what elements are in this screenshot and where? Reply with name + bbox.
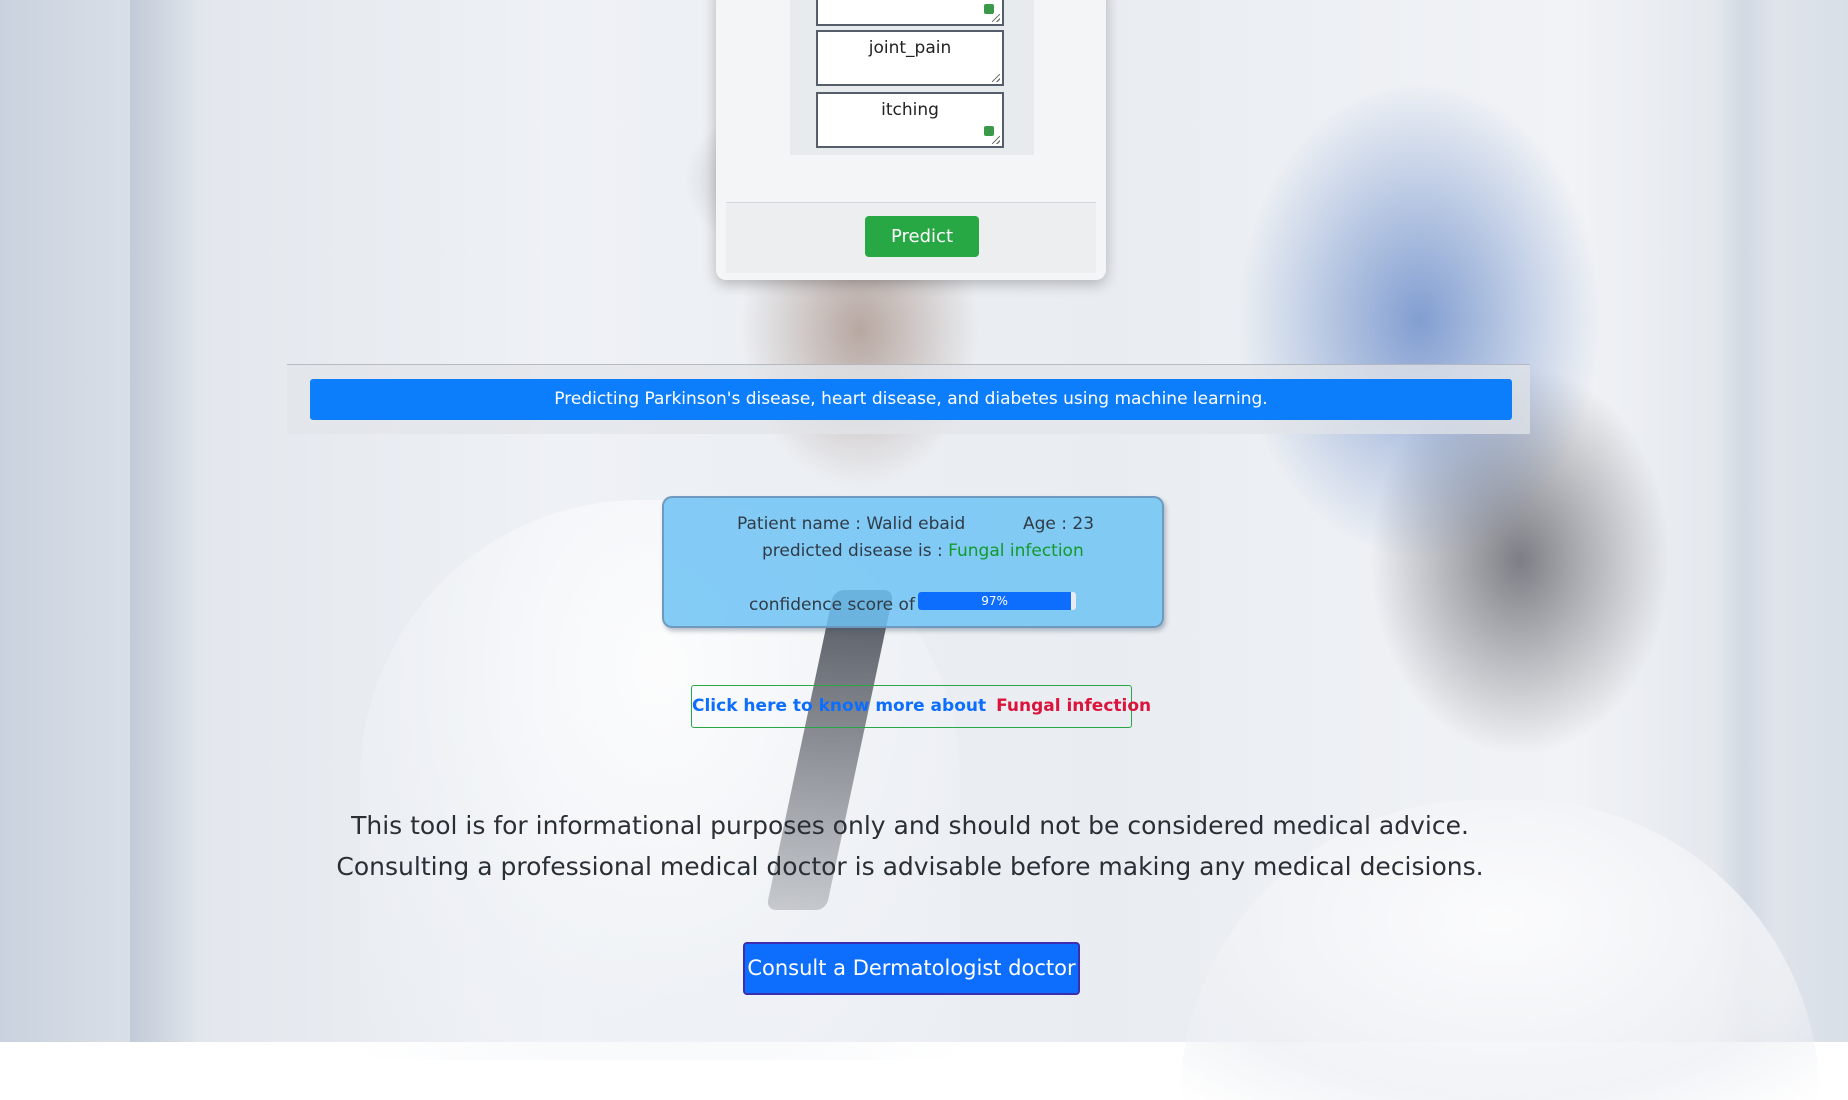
form-footer: Predict bbox=[726, 202, 1096, 273]
predict-button[interactable]: Predict bbox=[865, 216, 979, 257]
field-status-icon bbox=[984, 126, 994, 136]
confidence-progress-bar: 97% bbox=[918, 592, 1076, 610]
resize-handle-icon[interactable] bbox=[992, 136, 1000, 144]
consult-doctor-button[interactable]: Consult a Dermatologist doctor bbox=[743, 942, 1080, 995]
resize-handle-icon[interactable] bbox=[992, 14, 1000, 22]
symptom-field-3-value: itching bbox=[881, 100, 939, 120]
predicted-disease-value: Fungal infection bbox=[948, 541, 1084, 561]
medical-disclaimer: This tool is for informational purposes … bbox=[250, 805, 1570, 887]
patient-name: Patient name : Walid ebaid bbox=[737, 514, 966, 534]
symptom-form-card: joint_pain itching Predict bbox=[716, 0, 1106, 280]
predicted-disease-line: predicted disease is : Fungal infection bbox=[762, 541, 1084, 561]
resize-handle-icon[interactable] bbox=[992, 74, 1000, 82]
background-pillar-left bbox=[130, 0, 200, 1042]
info-banner: Predicting Parkinson's disease, heart di… bbox=[310, 379, 1512, 420]
predicted-disease-prefix: predicted disease is : bbox=[762, 541, 949, 561]
learn-more-prefix: Click here to know more about bbox=[692, 696, 987, 716]
symptom-field-3[interactable]: itching bbox=[816, 92, 1004, 148]
symptom-fields-panel: joint_pain itching bbox=[790, 0, 1034, 155]
confidence-progress-fill: 97% bbox=[918, 592, 1072, 610]
disclaimer-line-2: Consulting a professional medical doctor… bbox=[336, 852, 1484, 881]
prediction-result-card: Patient name : Walid ebaid Age : 23 pred… bbox=[662, 496, 1164, 628]
symptom-field-1[interactable] bbox=[816, 0, 1004, 26]
learn-more-link[interactable]: Click here to know more about Fungal infe… bbox=[691, 685, 1151, 728]
banner-container: Predicting Parkinson's disease, heart di… bbox=[287, 364, 1530, 434]
field-status-icon bbox=[984, 4, 994, 14]
symptom-field-2-value: joint_pain bbox=[868, 38, 952, 58]
learn-more-disease: Fungal infection bbox=[996, 696, 1152, 716]
confidence-label: confidence score of : bbox=[749, 595, 927, 615]
symptom-field-2[interactable]: joint_pain bbox=[816, 30, 1004, 86]
disclaimer-line-1: This tool is for informational purposes … bbox=[351, 811, 1469, 840]
patient-age: Age : 23 bbox=[1023, 514, 1095, 534]
